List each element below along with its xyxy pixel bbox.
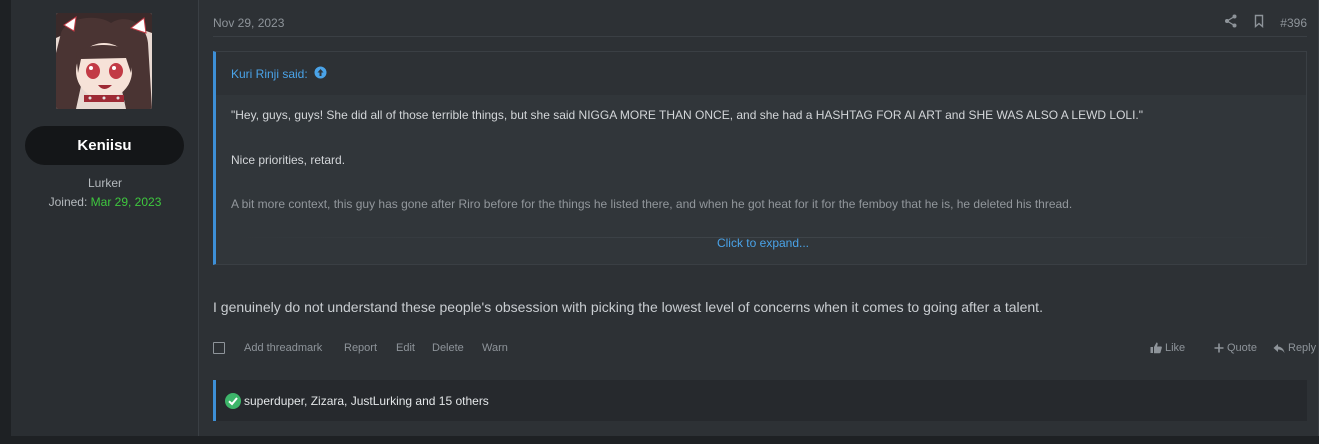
reactions-bar[interactable]: superduper, Zizara, JustLurking and 15 o… bbox=[213, 380, 1307, 421]
quote-author[interactable]: Kuri Rinji said: bbox=[231, 66, 327, 82]
post-body: I genuinely do not understand these peop… bbox=[213, 299, 1043, 315]
page-bottom-strip bbox=[0, 436, 1319, 444]
bookmark-icon[interactable] bbox=[1252, 14, 1266, 31]
report-link[interactable]: Report bbox=[344, 342, 377, 354]
quote-line-2: Nice priorities, retard. bbox=[231, 153, 346, 167]
header-divider bbox=[213, 36, 1307, 37]
post-actions: Add threadmark Report Edit Delete Warn L… bbox=[213, 340, 1316, 358]
edit-link[interactable]: Edit bbox=[396, 342, 415, 354]
reactions-list[interactable]: superduper, Zizara, JustLurking and 15 o… bbox=[244, 394, 489, 408]
user-title: Lurker bbox=[87, 176, 122, 190]
quote-label: Quote bbox=[1227, 342, 1257, 354]
post-meta: #396 bbox=[1224, 14, 1307, 31]
thumbs-up-icon bbox=[1150, 342, 1162, 354]
expand-link[interactable]: Click to expand... bbox=[216, 236, 1310, 250]
post: Keniisu Lurker Joined: Mar 29, 2023 Nov … bbox=[11, 0, 1319, 436]
user-joined: Joined: Mar 29, 2023 bbox=[11, 195, 199, 209]
reply-button[interactable]: Reply bbox=[1273, 342, 1316, 354]
post-number[interactable]: #396 bbox=[1280, 16, 1307, 30]
add-threadmark-link[interactable]: Add threadmark bbox=[244, 342, 322, 354]
select-checkbox[interactable] bbox=[213, 342, 225, 354]
quote-button[interactable]: Quote bbox=[1214, 342, 1257, 354]
quote-author-label: Kuri Rinji said: bbox=[231, 67, 308, 81]
delete-link[interactable]: Delete bbox=[432, 342, 464, 354]
page-left-strip bbox=[0, 0, 11, 444]
share-icon[interactable] bbox=[1224, 14, 1238, 31]
joined-label: Joined: bbox=[48, 195, 88, 209]
username[interactable]: Keniisu bbox=[25, 126, 184, 165]
warn-link[interactable]: Warn bbox=[482, 342, 508, 354]
arrow-up-circle-icon[interactable] bbox=[314, 66, 327, 82]
quote-header bbox=[216, 52, 1306, 95]
checkmark-icon bbox=[225, 393, 241, 409]
post-main: Nov 29, 2023 #396 Kuri Rinji said: "Hey,… bbox=[213, 0, 1316, 436]
quote-line-1: "Hey, guys, guys! She did all of those t… bbox=[231, 108, 1144, 122]
user-cell: Keniisu Lurker Joined: Mar 29, 2023 bbox=[11, 0, 199, 436]
joined-date: Mar 29, 2023 bbox=[90, 195, 162, 209]
quote-line-3: A bit more context, this guy has gone af… bbox=[231, 197, 1073, 211]
avatar[interactable] bbox=[56, 13, 152, 109]
reply-label: Reply bbox=[1288, 342, 1317, 354]
like-label: Like bbox=[1165, 342, 1186, 354]
quote-block: Kuri Rinji said: "Hey, guys, guys! She d… bbox=[213, 51, 1307, 265]
plus-icon bbox=[1214, 343, 1224, 353]
like-button[interactable]: Like bbox=[1150, 342, 1185, 354]
post-date[interactable]: Nov 29, 2023 bbox=[213, 16, 284, 30]
reply-icon bbox=[1273, 343, 1285, 353]
